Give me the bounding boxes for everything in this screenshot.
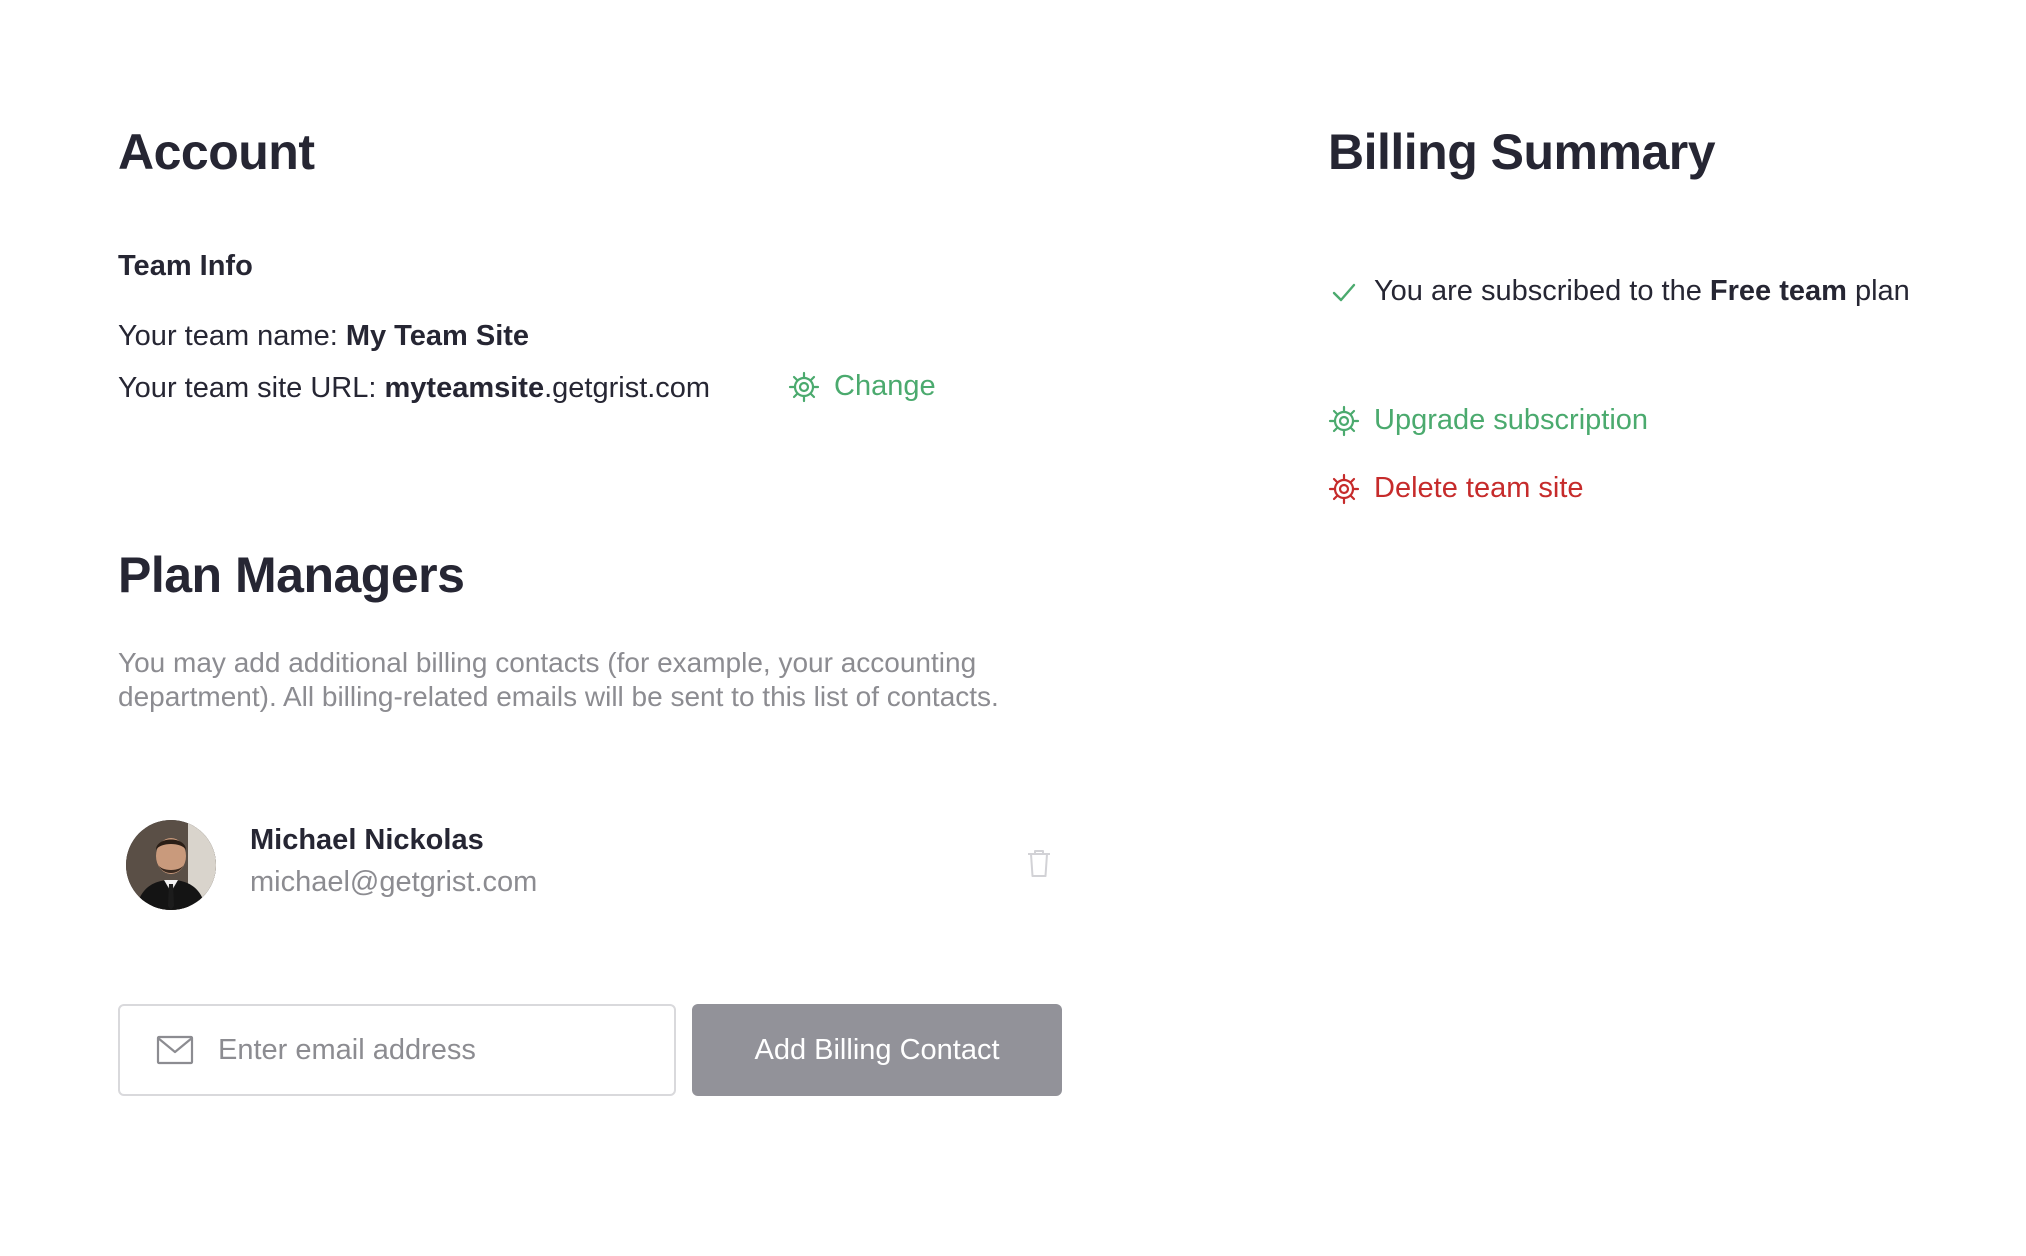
email-field[interactable] [118, 1004, 676, 1096]
team-url-row: Your team site URL: myteamsite.getgrist.… [118, 372, 710, 405]
subscription-text: You are subscribed to the Free team plan [1374, 275, 1910, 308]
billing-summary-title: Billing Summary [1328, 124, 1716, 180]
subscription-status: You are subscribed to the Free team plan [1330, 275, 1910, 308]
plan-managers-title: Plan Managers [118, 547, 465, 603]
upgrade-link-label: Upgrade subscription [1374, 404, 1649, 436]
upgrade-subscription-link[interactable]: Upgrade subscription [1328, 404, 1648, 437]
gear-icon [1328, 405, 1360, 437]
plan-name: Free team [1709, 275, 1847, 307]
team-url-label: Your team site URL: [118, 372, 385, 404]
team-url-domain: .getgrist.com [544, 372, 711, 404]
contact-name: Michael Nickolas [250, 824, 484, 856]
team-name-row: Your team name: My Team Site [118, 320, 529, 353]
contact-list-item: Michael Nickolas michael@getgrist.com [118, 812, 1058, 922]
gear-icon [788, 371, 820, 403]
team-name-label: Your team name: [118, 320, 346, 352]
envelope-icon [156, 1035, 194, 1065]
delete-link-label: Delete team site [1374, 472, 1584, 504]
change-link-label: Change [834, 370, 936, 402]
add-billing-contact-button[interactable]: Add Billing Contact [692, 1004, 1062, 1096]
remove-contact-button[interactable] [1026, 848, 1052, 878]
plan-managers-description: You may add additional billing contacts … [118, 647, 999, 712]
team-url-subdomain: myteamsite [384, 372, 545, 404]
contact-email: michael@getgrist.com [250, 866, 538, 898]
subscription-suffix: plan [1846, 275, 1910, 307]
trash-icon [1026, 848, 1052, 878]
change-url-link[interactable]: Change [788, 370, 936, 403]
account-title: Account [118, 124, 315, 180]
email-input[interactable] [216, 1032, 660, 1068]
subscription-prefix: You are subscribed to the [1374, 275, 1710, 307]
team-name-value: My Team Site [345, 320, 530, 352]
team-info-heading: Team Info [118, 250, 253, 282]
avatar [126, 820, 216, 910]
gear-icon [1328, 473, 1360, 505]
checkmark-icon [1330, 278, 1358, 306]
delete-team-site-link[interactable]: Delete team site [1328, 472, 1584, 505]
